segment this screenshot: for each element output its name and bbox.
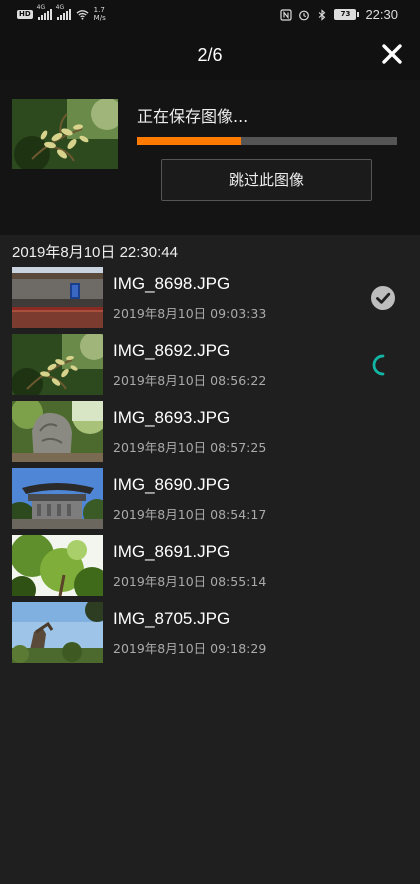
status-right: 73 22:30 bbox=[280, 7, 398, 22]
speed-value: 1.7 bbox=[93, 6, 105, 14]
check-circle-icon bbox=[371, 286, 395, 310]
progress-bar-fill bbox=[137, 137, 241, 145]
close-icon[interactable] bbox=[378, 40, 406, 68]
status-left: HD 4G 4G 1.7 M/s bbox=[17, 4, 106, 22]
list-item[interactable]: IMG_8705.JPG 2019年8月10日 09:18:29 bbox=[0, 602, 420, 669]
file-thumbnail bbox=[12, 401, 103, 462]
file-thumbnail bbox=[12, 535, 103, 596]
file-name: IMG_8705.JPG bbox=[113, 609, 231, 628]
file-timestamp: 2019年8月10日 08:56:22 bbox=[113, 373, 267, 388]
status-bar: HD 4G 4G 1.7 M/s 73 22:30 bbox=[0, 0, 420, 30]
file-name: IMG_8690.JPG bbox=[113, 475, 231, 494]
list-item[interactable]: IMG_8698.JPG 2019年8月10日 09:03:33 bbox=[0, 267, 420, 334]
current-image-thumbnail bbox=[12, 99, 118, 169]
file-thumbnail bbox=[12, 468, 103, 529]
file-name: IMG_8691.JPG bbox=[113, 542, 231, 561]
hd-badge: HD bbox=[17, 9, 33, 19]
progress-bar bbox=[137, 137, 397, 145]
signal-icon: 4G bbox=[37, 4, 52, 20]
speed-unit: M/s bbox=[93, 14, 106, 22]
bluetooth-icon bbox=[319, 8, 326, 21]
group-date-header: 2019年8月10日 22:30:44 bbox=[12, 244, 178, 261]
file-thumbnail bbox=[12, 267, 103, 328]
network-speed: 1.7 M/s bbox=[94, 6, 106, 22]
file-name: IMG_8693.JPG bbox=[113, 408, 231, 427]
battery-level: 73 bbox=[334, 9, 357, 20]
image-counter: 2/6 bbox=[197, 45, 223, 65]
top-bar: 2/6 bbox=[0, 30, 420, 80]
loading-spinner-icon bbox=[372, 354, 385, 376]
file-timestamp: 2019年8月10日 09:18:29 bbox=[113, 641, 267, 656]
saving-message: 正在保存图像... bbox=[137, 107, 249, 126]
file-timestamp: 2019年8月10日 08:54:17 bbox=[113, 507, 267, 522]
file-timestamp: 2019年8月10日 08:57:25 bbox=[113, 440, 267, 455]
status-clock: 22:30 bbox=[365, 7, 398, 22]
list-item[interactable]: IMG_8692.JPG 2019年8月10日 08:56:22 bbox=[0, 334, 420, 401]
file-thumbnail bbox=[12, 602, 103, 663]
wifi-icon bbox=[76, 9, 89, 20]
file-name: IMG_8692.JPG bbox=[113, 341, 231, 360]
file-timestamp: 2019年8月10日 08:55:14 bbox=[113, 574, 267, 589]
nfc-icon bbox=[280, 8, 293, 21]
skip-image-button[interactable]: 跳过此图像 bbox=[161, 159, 372, 201]
save-progress-panel: 正在保存图像... 跳过此图像 bbox=[0, 80, 420, 235]
file-timestamp: 2019年8月10日 09:03:33 bbox=[113, 306, 267, 321]
list-item[interactable]: IMG_8690.JPG 2019年8月10日 08:54:17 bbox=[0, 468, 420, 535]
list-item[interactable]: IMG_8691.JPG 2019年8月10日 08:55:14 bbox=[0, 535, 420, 602]
battery-icon: 73 bbox=[334, 9, 360, 20]
file-name: IMG_8698.JPG bbox=[113, 274, 231, 293]
alarm-icon bbox=[299, 10, 310, 20]
file-thumbnail bbox=[12, 334, 103, 395]
list-item[interactable]: IMG_8693.JPG 2019年8月10日 08:57:25 bbox=[0, 401, 420, 468]
file-list: IMG_8698.JPG 2019年8月10日 09:03:33 IMG_869… bbox=[0, 267, 420, 669]
signal-icon: 4G bbox=[56, 4, 71, 20]
